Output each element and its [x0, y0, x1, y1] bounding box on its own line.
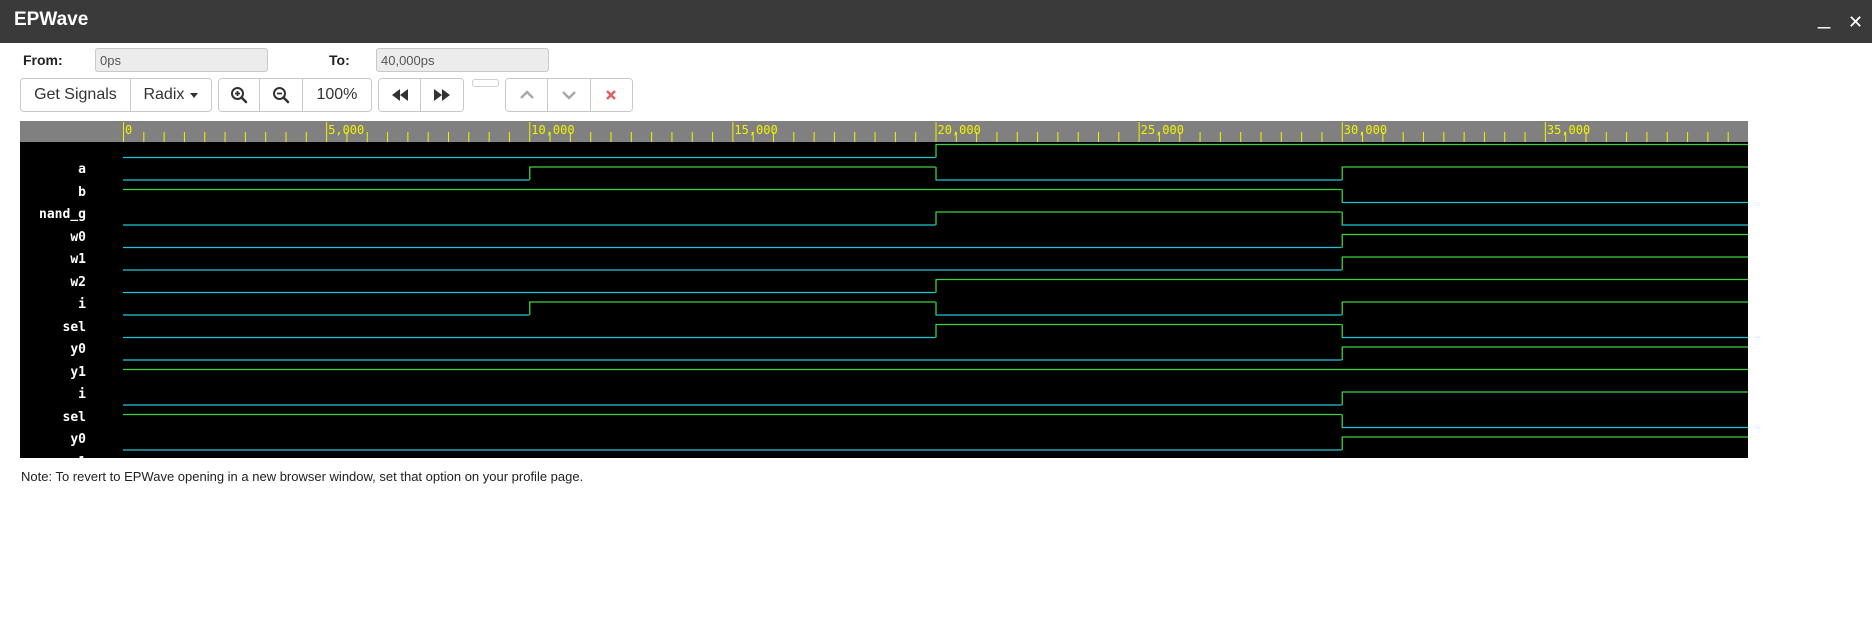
to-label: To: [329, 52, 350, 68]
window-title: EPWave [14, 9, 89, 30]
footer-note: Note: To revert to EPWave opening in a n… [21, 469, 584, 484]
minimize-icon[interactable]: _ [1818, 6, 1830, 28]
fast-forward-button[interactable] [421, 79, 463, 111]
from-field[interactable] [95, 48, 268, 72]
signal-order-button-group [505, 78, 633, 112]
get-signals-label: Get Signals [34, 86, 117, 103]
zoom-button-group: 100% [218, 78, 372, 112]
close-icon[interactable]: ✕ [1848, 11, 1863, 33]
get-signals-button[interactable]: Get Signals [21, 79, 131, 111]
zoom-in-icon [231, 87, 248, 104]
zoom-level-label: 100% [316, 86, 358, 103]
to-field[interactable] [376, 48, 549, 72]
remove-signal-button[interactable] [590, 79, 632, 111]
move-up-button[interactable] [506, 79, 549, 111]
ruler-label: 30,000 [1344, 123, 1387, 137]
ruler-label: 10,000 [531, 123, 574, 137]
zoom-level-button[interactable]: 100% [302, 79, 371, 111]
ruler-label: 35,000 [1547, 123, 1590, 137]
window-titlebar: EPWave _ ✕ [0, 0, 1872, 43]
fast-backward-button[interactable] [379, 79, 422, 111]
radix-dropdown[interactable]: Radix [130, 79, 211, 111]
zoom-out-button[interactable] [260, 79, 303, 111]
waveform-viewer[interactable]: a b nand_g w0 w1 w2 i sel y0 y1 i sel y0 y1 0 5,000 10,… [20, 121, 1748, 470]
marker-toggle[interactable] [472, 79, 499, 87]
ruler-label: 25,000 [1141, 123, 1184, 137]
chevron-up-icon [519, 90, 534, 99]
ruler-label: 20,000 [938, 123, 981, 137]
chevron-down-icon [562, 91, 576, 100]
caret-down-icon [190, 92, 199, 98]
fast-backward-icon [391, 89, 408, 101]
navigation-button-group [378, 78, 464, 112]
remove-icon [606, 90, 617, 100]
waveform-canvas[interactable]: 0 5,000 10,000 15,000 20,000 25,000 30,000 35,0… [20, 121, 1748, 458]
ruler-label: 0 [125, 123, 132, 137]
zoom-in-button[interactable] [219, 79, 261, 111]
ruler-label: 15,000 [734, 123, 777, 137]
from-label: From: [23, 52, 63, 68]
ruler-label: 5,000 [328, 123, 364, 137]
fast-forward-icon [434, 89, 450, 101]
move-down-button[interactable] [548, 79, 591, 111]
zoom-out-icon [273, 87, 290, 104]
signals-button-group: Get Signals Radix [20, 78, 212, 112]
radix-label: Radix [143, 86, 185, 103]
